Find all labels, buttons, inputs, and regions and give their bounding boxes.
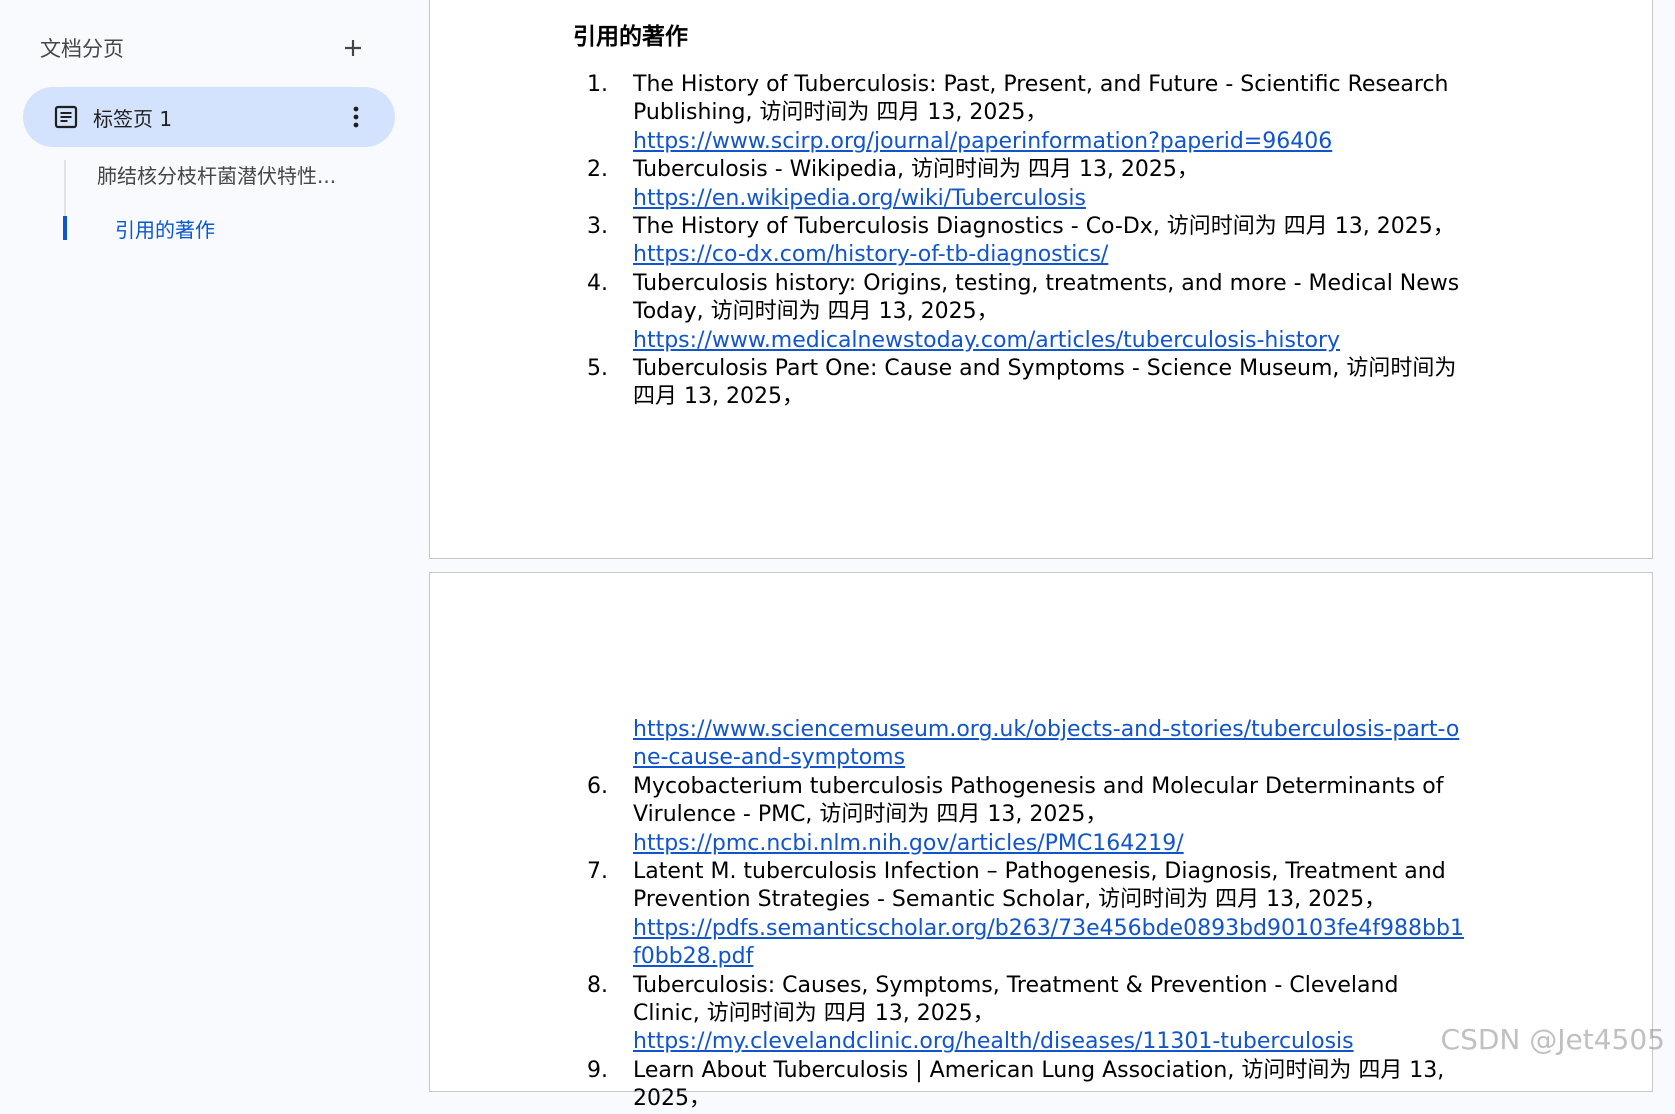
reference-link[interactable]: https://pmc.ncbi.nlm.nih.gov/articles/PM… xyxy=(633,831,1184,856)
reference-item: 9. Learn About Tuberculosis | American L… xyxy=(571,1057,1471,1114)
reference-text: Tuberculosis: Causes, Symptoms, Treatmen… xyxy=(633,972,1399,1027)
sidebar-header: 文档分页 xyxy=(40,30,370,66)
reference-number: 4. xyxy=(587,270,608,296)
reference-text: Latent M. tuberculosis Infection – Patho… xyxy=(633,859,1446,913)
reference-number: 9. xyxy=(587,1057,608,1083)
reference-number: 2. xyxy=(587,157,608,183)
reference-link[interactable]: https://www.sciencemuseum.org.uk/objects… xyxy=(633,717,1459,770)
outline-active-indicator xyxy=(63,216,67,240)
add-tab-button[interactable] xyxy=(336,31,370,65)
reference-number: 8. xyxy=(587,972,608,998)
reference-text: Tuberculosis history: Origins, testing, … xyxy=(633,270,1460,325)
reference-link[interactable]: https://pdfs.semanticscholar.org/b263/73… xyxy=(633,916,1464,969)
reference-number: 5. xyxy=(587,356,608,382)
outline-item-active[interactable]: 引用的著作 xyxy=(115,214,215,243)
reference-link[interactable]: https://www.medicalnewstoday.com/article… xyxy=(633,328,1340,353)
tab-item-active[interactable]: 标签页 1 xyxy=(23,87,395,147)
reference-list: https://www.sciencemuseum.org.uk/objects… xyxy=(571,716,1471,1114)
reference-item: 6. Mycobacterium tuberculosis Pathogenes… xyxy=(571,773,1471,858)
document-tabs-sidebar: 文档分页 标签页 1 肺结核分枝杆菌潜伏特性... 引用的著作 xyxy=(0,0,420,1068)
outline-item[interactable]: 肺结核分枝杆菌潜伏特性... xyxy=(97,160,336,189)
reference-number: 3. xyxy=(587,214,608,240)
document-page: https://www.sciencemuseum.org.uk/objects… xyxy=(429,572,1653,1111)
reference-item: 7. Latent M. tuberculosis Infection – Pa… xyxy=(571,858,1471,972)
reference-item: 8. Tuberculosis: Causes, Symptoms, Treat… xyxy=(571,972,1471,1057)
document-page: 引用的著作 1. The History of Tuberculosis: Pa… xyxy=(429,0,1653,559)
reference-item: 5. Tuberculosis Part One: Cause and Symp… xyxy=(571,355,1471,412)
section-heading: 引用的著作 xyxy=(573,24,688,50)
reference-link[interactable]: https://en.wikipedia.org/wiki/Tuberculos… xyxy=(633,186,1086,211)
reference-text: The History of Tuberculosis Diagnostics … xyxy=(633,214,1455,240)
document-icon xyxy=(54,105,78,129)
reference-item: 2. Tuberculosis - Wikipedia, 访问时间为 四月 13… xyxy=(571,156,1471,213)
reference-item: 4. Tuberculosis history: Origins, testin… xyxy=(571,270,1471,355)
reference-item: 3. The History of Tuberculosis Diagnosti… xyxy=(571,213,1471,270)
reference-link[interactable]: https://my.clevelandclinic.org/health/di… xyxy=(633,1029,1354,1054)
reference-text: Learn About Tuberculosis | American Lung… xyxy=(633,1057,1445,1112)
reference-text: Tuberculosis - Wikipedia, 访问时间为 四月 13, 2… xyxy=(633,157,1199,183)
reference-text: Tuberculosis Part One: Cause and Symptom… xyxy=(633,356,1457,410)
reference-item-continued: https://www.sciencemuseum.org.uk/objects… xyxy=(571,716,1471,773)
reference-link[interactable]: https://co-dx.com/history-of-tb-diagnost… xyxy=(633,242,1108,267)
sidebar-title: 文档分页 xyxy=(40,37,124,61)
reference-list: 1. The History of Tuberculosis: Past, Pr… xyxy=(571,71,1471,412)
reference-text: Mycobacterium tuberculosis Pathogenesis … xyxy=(633,773,1444,828)
reference-item: 1. The History of Tuberculosis: Past, Pr… xyxy=(571,71,1471,156)
reference-text: The History of Tuberculosis: Past, Prese… xyxy=(633,72,1449,126)
plus-icon xyxy=(345,40,361,56)
tab-label: 标签页 1 xyxy=(93,107,173,131)
more-vert-icon xyxy=(353,106,359,128)
tab-options-button[interactable] xyxy=(339,100,373,134)
reference-number: 6. xyxy=(587,773,608,799)
reference-link[interactable]: https://www.scirp.org/journal/paperinfor… xyxy=(633,129,1332,154)
reference-number: 7. xyxy=(587,859,608,885)
reference-number: 1. xyxy=(587,72,608,97)
